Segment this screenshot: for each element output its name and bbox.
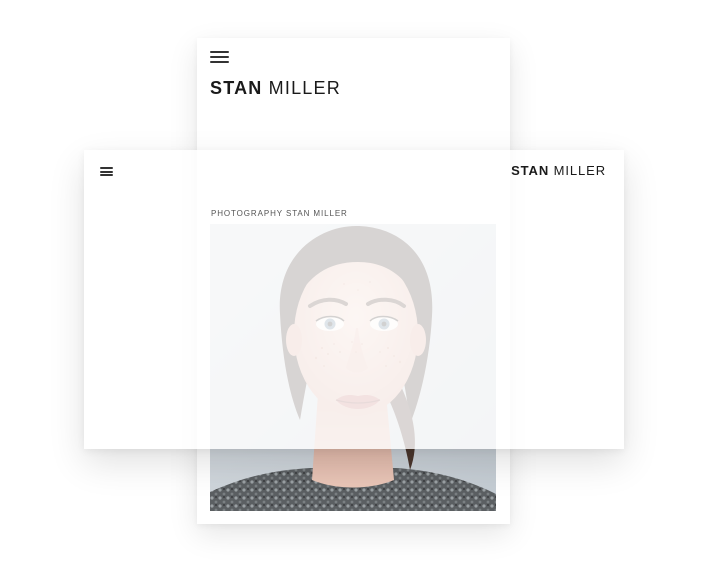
mobile-site-title[interactable]: STAN MILLER [210,78,341,99]
mockup-stage: STAN MILLER STAN MILLER PHOTOGRAPHY STAN… [0,0,705,582]
desktop-site-title[interactable]: STAN MILLER [511,163,606,178]
mobile-title-light: MILLER [268,78,341,98]
hamburger-menu-icon[interactable] [210,51,229,63]
hamburger-menu-icon[interactable] [100,167,113,176]
desktop-title-bold: STAN [511,163,550,178]
desktop-page-card: STAN MILLER PHOTOGRAPHY STAN MILLER [84,150,624,449]
photo-caption: PHOTOGRAPHY STAN MILLER [211,209,348,218]
mobile-title-bold: STAN [210,78,263,98]
desktop-title-light: MILLER [553,163,606,178]
